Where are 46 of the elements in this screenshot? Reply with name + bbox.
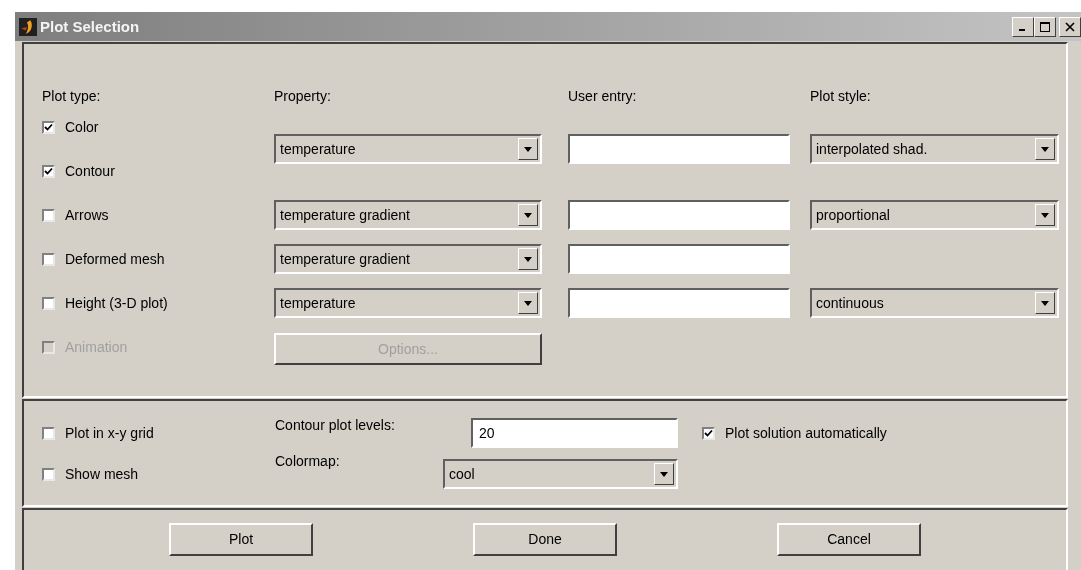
user-entry-field[interactable]	[568, 244, 790, 274]
contour-levels-label: Contour plot levels:	[275, 417, 396, 433]
window-title: Plot Selection	[40, 18, 140, 35]
close-icon	[1065, 21, 1075, 32]
checkbox[interactable]	[42, 120, 55, 134]
dropdown[interactable]: temperature gradient	[274, 244, 542, 274]
action-button[interactable]: Plot	[169, 522, 313, 556]
dropdown[interactable]: temperature gradient	[274, 200, 542, 230]
checkbox-label: Arrows	[65, 207, 109, 223]
dropdown[interactable]: proportional	[810, 200, 1059, 230]
checkbox-label: Show mesh	[65, 466, 139, 482]
checkbox-label: Plot in x-y grid	[65, 425, 154, 441]
dropdown[interactable]: temperature	[274, 134, 542, 164]
checkbox[interactable]	[42, 467, 55, 481]
dropdown[interactable]: continuous	[810, 288, 1059, 318]
checkbox[interactable]	[702, 426, 715, 440]
checkbox[interactable]	[42, 426, 55, 440]
checkbox-label: Color	[65, 119, 99, 135]
action-button[interactable]: Done	[473, 522, 617, 556]
minimize-icon	[1018, 29, 1025, 31]
dropdown[interactable]: interpolated shad.	[810, 134, 1059, 164]
column-header: User entry:	[568, 88, 638, 104]
minimize-button[interactable]	[1012, 16, 1034, 37]
dropdown[interactable]: cool	[443, 459, 678, 489]
user-entry-field[interactable]	[568, 200, 790, 230]
maximize-button[interactable]	[1034, 16, 1056, 37]
action-button[interactable]: Cancel	[777, 522, 921, 556]
checkbox-label: Deformed mesh	[65, 251, 165, 267]
checkbox[interactable]	[42, 208, 55, 222]
checkbox-label: Height (3-D plot)	[65, 295, 168, 311]
colormap-label: Colormap:	[275, 453, 341, 469]
close-button[interactable]	[1059, 16, 1081, 37]
checkbox[interactable]	[42, 252, 55, 266]
column-header: Property:	[274, 88, 332, 104]
column-header: Plot style:	[810, 88, 872, 104]
checkbox-label: Contour	[65, 163, 115, 179]
column-header: Plot type:	[42, 88, 102, 104]
checkbox[interactable]	[42, 296, 55, 310]
contour-levels-field[interactable]: 20	[471, 418, 678, 448]
checkbox[interactable]	[42, 164, 55, 178]
maximize-icon	[1040, 21, 1050, 32]
user-entry-field[interactable]	[568, 288, 790, 318]
user-entry-field[interactable]	[568, 134, 790, 164]
checkbox-label: Plot solution automatically	[725, 425, 887, 441]
dropdown[interactable]: temperature	[274, 288, 542, 318]
app-icon	[19, 17, 37, 36]
